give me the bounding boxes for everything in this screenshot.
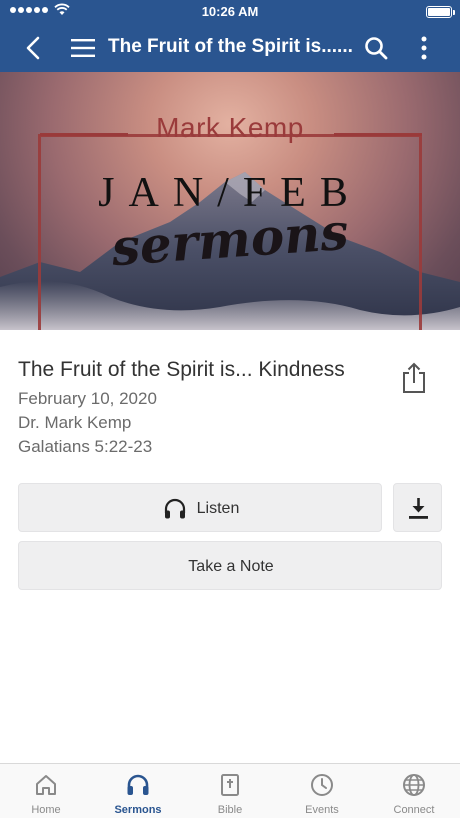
tab-connect-label: Connect	[393, 804, 435, 816]
tab-bible-label: Bible	[217, 804, 243, 816]
artwork-speaker: Mark Kemp	[156, 112, 304, 143]
clock-icon	[311, 774, 333, 796]
bible-icon	[221, 774, 239, 796]
battery-icon	[426, 6, 455, 18]
headphones-icon	[127, 774, 149, 795]
listen-label: Listen	[196, 499, 240, 517]
sermon-title: The Fruit of the Spirit is... Kindness	[18, 358, 345, 381]
listen-button[interactable]: Listen	[18, 483, 382, 532]
tab-home-label: Home	[31, 804, 61, 816]
status-bar: 10:26 AM	[0, 0, 460, 24]
sermon-series-artwork: Mark Kemp JAN/FEB sermons	[0, 72, 460, 330]
tab-bible[interactable]: Bible	[184, 764, 276, 818]
back-chevron-icon[interactable]	[20, 34, 48, 62]
top-bar: 10:26 AM The Fruit of the Spirit is.....…	[0, 0, 460, 72]
sermon-passage: Galatians 5:22-23	[18, 437, 153, 456]
download-button[interactable]	[393, 483, 442, 532]
globe-icon	[403, 774, 425, 796]
sermon-date: February 10, 2020	[18, 389, 157, 408]
tab-home[interactable]: Home	[0, 764, 92, 818]
sermon-details: The Fruit of the Spirit is... Kindness F…	[18, 357, 378, 459]
hamburger-menu-icon[interactable]	[70, 36, 96, 60]
sermon-speaker: Dr. Mark Kemp	[18, 413, 132, 432]
take-note-button[interactable]: Take a Note	[18, 541, 442, 590]
take-note-label: Take a Note	[188, 557, 274, 575]
tab-bar: Home Sermons Bible Events Connect	[0, 763, 460, 818]
search-icon[interactable]	[362, 34, 390, 62]
tab-connect[interactable]: Connect	[368, 764, 460, 818]
tab-sermons-label: Sermons	[114, 804, 162, 816]
share-icon[interactable]	[400, 362, 428, 394]
page-title: The Fruit of the Spirit is......	[108, 36, 353, 57]
headphones-icon	[164, 498, 185, 518]
download-icon	[409, 498, 428, 519]
tab-events[interactable]: Events	[276, 764, 368, 818]
status-time: 10:26 AM	[201, 4, 259, 19]
home-icon	[36, 775, 56, 795]
more-options-icon[interactable]	[412, 34, 436, 62]
tab-events-label: Events	[305, 804, 339, 816]
nav-bar: The Fruit of the Spirit is......	[0, 24, 460, 72]
tab-sermons[interactable]: Sermons	[92, 764, 184, 818]
